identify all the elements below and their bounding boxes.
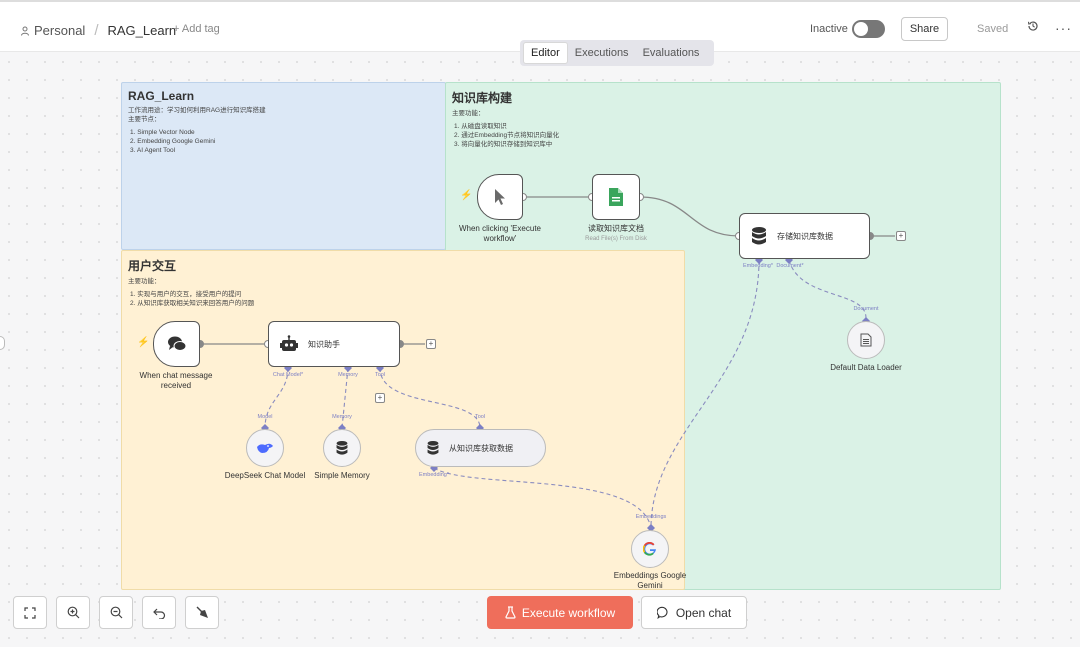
- note-line: 3. AI Agent Tool: [130, 147, 176, 154]
- zoom-out-button[interactable]: [99, 596, 133, 629]
- note-intro-title: RAG_Learn: [128, 89, 195, 103]
- port-memory-label: Memory: [338, 372, 358, 378]
- node-manual-trigger-label: When clicking 'Execute workflow': [458, 224, 541, 243]
- history-icon[interactable]: [1027, 20, 1039, 35]
- port-document-input-label: Document: [853, 306, 879, 312]
- note-line: 2. 通过Embedding节点将知识向量化: [454, 132, 560, 139]
- zoom-out-icon: [110, 606, 122, 619]
- database-icon: [336, 441, 348, 455]
- active-toggle[interactable]: [852, 20, 885, 38]
- note-line: 3. 将向量化的知识存储到知识库中: [454, 141, 553, 148]
- note-line: 2. Embedding Google Gemini: [130, 138, 216, 145]
- zoom-in-icon: [67, 606, 79, 619]
- fit-view-button[interactable]: [13, 596, 47, 629]
- note-line: 工作流用途：学习如何利用RAG进行知识库搭建: [128, 107, 266, 114]
- note-user-interaction[interactable]: 用户交互 主要功能： 1. 实现与用户的交互，接受用户的提问 2. 从知识库获取…: [121, 250, 685, 590]
- broom-icon: [196, 606, 208, 618]
- port-tool-input-label: Tool: [474, 414, 486, 420]
- note-line: 2. 从知识库获取相关知识来回答用户的问题: [130, 300, 255, 307]
- add-tool-icon[interactable]: +: [375, 393, 385, 403]
- note-line: 主要功能：: [128, 278, 161, 285]
- port-embeddings-input-label: Embeddings: [635, 514, 667, 520]
- node-kb-tool-label: 从知识库获取数据: [449, 443, 513, 453]
- node-ai-agent-label: 知识助手: [308, 339, 340, 349]
- port-model-input-label: Model: [257, 414, 273, 420]
- node-read-file[interactable]: [592, 174, 640, 220]
- add-node-after-agent-icon[interactable]: +: [426, 339, 436, 349]
- project-link[interactable]: Personal: [34, 23, 85, 38]
- more-options-icon[interactable]: ···: [1055, 20, 1072, 36]
- tidy-up-button[interactable]: [185, 596, 219, 629]
- chat-icon: [656, 606, 668, 619]
- add-tag-button[interactable]: + Add tag: [173, 23, 220, 35]
- workflow-name[interactable]: RAG_Learn: [107, 23, 176, 38]
- node-data-loader-label: Default Data Loader: [830, 363, 902, 372]
- chat-trigger-bolt-icon: ⚡: [137, 337, 150, 348]
- node-vector-store[interactable]: 存储知识库数据: [739, 213, 870, 259]
- node-simple-memory[interactable]: [323, 429, 361, 467]
- node-gemini-label: Embeddings Google Gemini: [613, 571, 687, 590]
- undo-button[interactable]: [142, 596, 176, 629]
- node-deepseek-label: DeepSeek Chat Model: [224, 471, 306, 480]
- breadcrumb: Personal / RAG_Learn: [20, 22, 176, 39]
- node-data-loader[interactable]: [847, 321, 885, 359]
- node-deepseek[interactable]: [246, 429, 284, 467]
- port-tool-embedding-label: Embedding*: [419, 472, 449, 478]
- robot-icon: [280, 335, 298, 351]
- note-intro[interactable]: RAG_Learn 工作流用途：学习如何利用RAG进行知识库搭建 主要节点： 1…: [121, 82, 446, 250]
- database-icon: [752, 227, 766, 245]
- node-read-file-label: 读取知识库文档: [588, 224, 644, 233]
- google-icon: [643, 542, 656, 556]
- tab-executions[interactable]: Executions: [568, 43, 636, 63]
- port-chat-model-label: Chat Model*: [272, 372, 304, 378]
- port-document-label: Document*: [776, 263, 804, 269]
- note-line: 1. 从磁盘读取知识: [454, 123, 507, 130]
- view-tabs: Editor Executions Evaluations: [520, 40, 714, 66]
- note-line: 主要功能：: [452, 110, 485, 117]
- trigger-bolt-icon: ⚡: [460, 190, 473, 201]
- undo-icon: [152, 608, 165, 619]
- open-chat-button[interactable]: Open chat: [641, 596, 747, 629]
- zoom-in-button[interactable]: [56, 596, 90, 629]
- node-chat-trigger[interactable]: [153, 321, 200, 367]
- port-memory-input-label: Memory: [332, 414, 352, 420]
- note-line: 主要节点：: [128, 116, 161, 123]
- cursor-icon: [495, 189, 505, 205]
- node-manual-trigger[interactable]: [477, 174, 523, 220]
- tab-editor[interactable]: Editor: [523, 42, 568, 64]
- share-button[interactable]: Share: [901, 17, 948, 41]
- user-icon: [21, 26, 29, 36]
- execute-workflow-label: Execute workflow: [521, 605, 616, 620]
- breadcrumb-separator: /: [94, 22, 99, 39]
- node-vector-store-label: 存储知识库数据: [777, 231, 833, 241]
- document-loader-icon: [860, 333, 872, 347]
- node-chat-trigger-label: When chat message received: [139, 371, 213, 390]
- node-kb-tool[interactable]: 从知识库获取数据: [415, 429, 546, 467]
- open-chat-label: Open chat: [675, 605, 732, 620]
- toggle-knob: [854, 22, 868, 36]
- note-line: 1. Simple Vector Node: [130, 129, 195, 136]
- node-gemini-embeddings[interactable]: [631, 530, 669, 568]
- database-icon: [427, 441, 439, 455]
- node-ai-agent[interactable]: 知识助手: [268, 321, 400, 367]
- note-line: 1. 实现与用户的交互，接受用户的提问: [130, 291, 242, 298]
- add-node-after-store-icon[interactable]: +: [896, 231, 906, 241]
- tab-evaluations[interactable]: Evaluations: [636, 43, 707, 63]
- node-simple-memory-label: Simple Memory: [314, 471, 370, 480]
- note-kb-title: 知识库构建: [452, 91, 513, 105]
- file-icon: [609, 188, 623, 206]
- execute-workflow-button[interactable]: Execute workflow: [487, 596, 633, 629]
- port-tool-label: Tool: [374, 372, 386, 378]
- fit-view-icon: [24, 606, 36, 619]
- status-label: Inactive: [810, 23, 848, 35]
- saved-status: Saved: [977, 23, 1009, 35]
- chat-bubbles-icon: [167, 336, 186, 351]
- deepseek-whale-icon: [257, 443, 273, 453]
- node-read-file-subtitle: Read File(s) From Disk: [585, 236, 647, 242]
- flask-icon: [505, 606, 516, 619]
- note-user-title: 用户交互: [128, 259, 177, 273]
